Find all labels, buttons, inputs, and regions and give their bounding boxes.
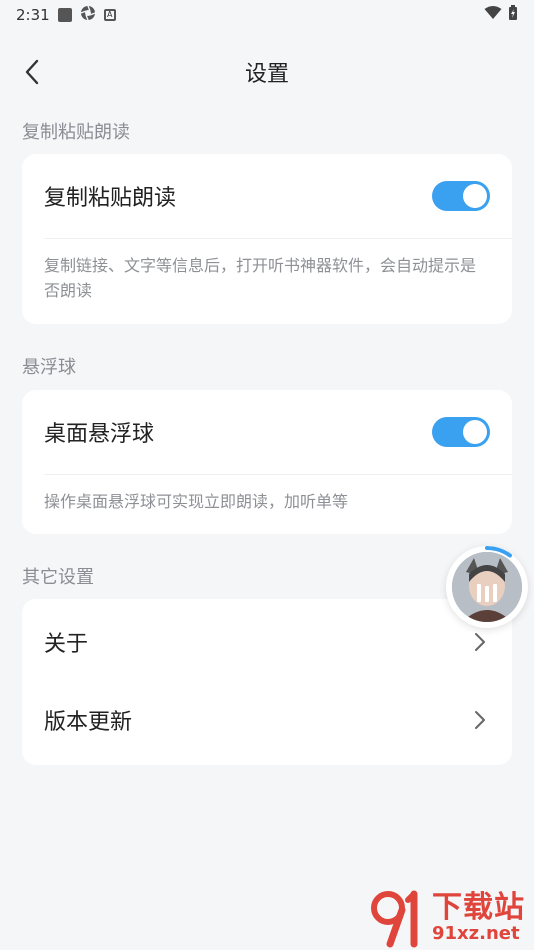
section-label-float-ball: 悬浮球 bbox=[22, 357, 76, 378]
wifi-icon bbox=[484, 6, 502, 24]
toggle-knob bbox=[463, 420, 487, 444]
description-copy-read: 复制链接、文字等信息后，打开听书神器软件，会自动提示是否朗读 bbox=[44, 256, 477, 300]
row-label-about: 关于 bbox=[44, 632, 89, 657]
toggle-copy-read[interactable] bbox=[432, 181, 490, 211]
status-left: 2:31 A bbox=[16, 5, 116, 25]
notification-a-icon: A bbox=[103, 9, 116, 21]
row-label-copy-read: 复制粘贴朗读 bbox=[44, 186, 177, 211]
chevron-right-icon bbox=[470, 710, 490, 730]
toggle-desktop-float-ball[interactable] bbox=[432, 417, 490, 447]
section-label-other: 其它设置 bbox=[22, 567, 94, 588]
watermark-big-text: 下载站 bbox=[432, 890, 525, 925]
avatar bbox=[452, 552, 522, 622]
card-float-ball: 桌面悬浮球 操作桌面悬浮球可实现立即朗读，加听单等 bbox=[22, 390, 512, 534]
card-other: 关于 版本更新 bbox=[22, 599, 512, 765]
notification-square-icon bbox=[57, 8, 72, 22]
page-header: 设置 bbox=[0, 48, 534, 96]
card-copy-read: 复制粘贴朗读 复制链接、文字等信息后，打开听书神器软件，会自动提示是否朗读 bbox=[22, 154, 512, 324]
watermark-mark-icon bbox=[368, 888, 430, 948]
chevron-right-icon bbox=[470, 632, 490, 652]
row-label-version-update: 版本更新 bbox=[44, 710, 133, 735]
notification-aperture-icon bbox=[80, 5, 96, 25]
page-title: 设置 bbox=[244, 62, 289, 87]
row-version-update[interactable]: 版本更新 bbox=[22, 681, 512, 759]
chevron-left-icon bbox=[25, 59, 39, 85]
battery-icon bbox=[508, 5, 518, 25]
back-button[interactable] bbox=[16, 56, 48, 88]
floating-ball-button[interactable] bbox=[446, 546, 528, 628]
toggle-knob bbox=[463, 184, 487, 208]
watermark-small-text: 91xz.net bbox=[432, 923, 520, 944]
row-about[interactable]: 关于 bbox=[22, 603, 512, 681]
status-bar: 2:31 A bbox=[0, 0, 534, 30]
status-time: 2:31 bbox=[16, 6, 50, 24]
status-right bbox=[484, 5, 518, 25]
section-label-copy-read: 复制粘贴朗读 bbox=[22, 122, 130, 143]
row-desktop-float-ball: 桌面悬浮球 bbox=[22, 390, 512, 474]
watermark-logo: 下载站 91xz.net bbox=[368, 888, 534, 948]
row-label-desktop-float-ball: 桌面悬浮球 bbox=[44, 422, 155, 447]
description-float-ball: 操作桌面悬浮球可实现立即朗读，加听单等 bbox=[44, 492, 349, 511]
watermark-text: 下载站 91xz.net bbox=[432, 892, 525, 944]
row-copy-read: 复制粘贴朗读 bbox=[22, 154, 512, 238]
